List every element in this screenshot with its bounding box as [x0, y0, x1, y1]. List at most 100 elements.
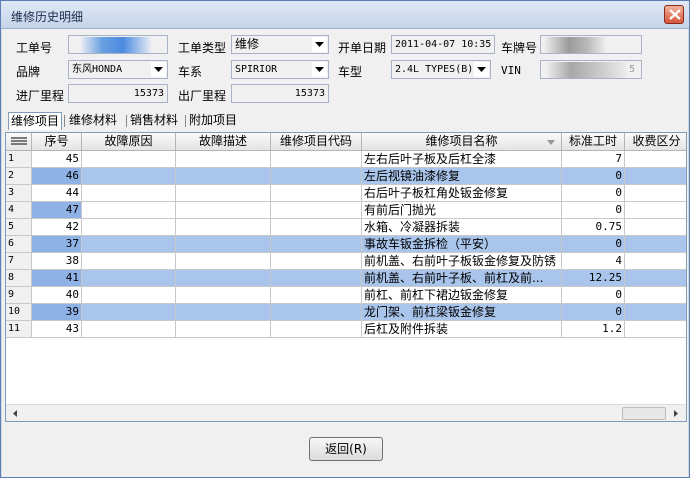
cell-std-hours[interactable]: 0 — [562, 168, 625, 185]
cell-charge-type[interactable] — [625, 219, 686, 236]
cell-charge-type[interactable] — [625, 168, 686, 185]
cell-item-code[interactable] — [271, 168, 362, 185]
scroll-right-button[interactable] — [668, 406, 684, 421]
series-dropdown[interactable] — [312, 62, 327, 77]
model-select[interactable]: 2.4L TYPES(B) — [391, 60, 491, 79]
cell-item-name[interactable]: 前杠、前杠下裙边钣金修复 — [362, 287, 562, 304]
cell-fault-cause[interactable] — [82, 202, 176, 219]
cell-fault-desc[interactable] — [176, 321, 271, 338]
cell-fault-desc[interactable] — [176, 168, 271, 185]
cell-std-hours[interactable]: 0 — [562, 185, 625, 202]
cell-item-name[interactable]: 左右后叶子板及后杠全漆 — [362, 151, 562, 168]
row-number[interactable]: 5 — [6, 219, 32, 236]
cell-charge-type[interactable] — [625, 202, 686, 219]
cell-fault-cause[interactable] — [82, 236, 176, 253]
header-col-item-name[interactable]: 维修项目名称 — [362, 133, 562, 151]
cell-seq[interactable]: 45 — [32, 151, 82, 168]
cell-fault-cause[interactable] — [82, 151, 176, 168]
tab-repair-materials[interactable]: 维修材料 — [67, 112, 119, 130]
cell-std-hours[interactable]: 1.2 — [562, 321, 625, 338]
cell-seq[interactable]: 47 — [32, 202, 82, 219]
row-number[interactable]: 4 — [6, 202, 32, 219]
cell-charge-type[interactable] — [625, 185, 686, 202]
header-col-fault-cause[interactable]: 故障原因 — [82, 133, 176, 151]
cell-item-name[interactable]: 后杠及附件拆装 — [362, 321, 562, 338]
cell-fault-cause[interactable] — [82, 185, 176, 202]
cell-seq[interactable]: 46 — [32, 168, 82, 185]
model-dropdown[interactable] — [474, 62, 489, 77]
cell-fault-cause[interactable] — [82, 304, 176, 321]
row-number[interactable]: 1 — [6, 151, 32, 168]
header-col-std-hours[interactable]: 标准工时 — [562, 133, 625, 151]
cell-fault-desc[interactable] — [176, 287, 271, 304]
horizontal-scrollbar[interactable] — [6, 404, 686, 421]
cell-charge-type[interactable] — [625, 236, 686, 253]
cell-seq[interactable]: 39 — [32, 304, 82, 321]
title-bar[interactable]: 维修历史明细 — [1, 1, 689, 29]
cell-item-code[interactable] — [271, 202, 362, 219]
cell-std-hours[interactable]: 7 — [562, 151, 625, 168]
cell-std-hours[interactable]: 0 — [562, 304, 625, 321]
cell-charge-type[interactable] — [625, 151, 686, 168]
cell-item-name[interactable]: 有前后门抛光 — [362, 202, 562, 219]
cell-fault-desc[interactable] — [176, 253, 271, 270]
row-number[interactable]: 9 — [6, 287, 32, 304]
cell-std-hours[interactable]: 12.25 — [562, 270, 625, 287]
cell-std-hours[interactable]: 0 — [562, 236, 625, 253]
cell-fault-desc[interactable] — [176, 270, 271, 287]
brand-select[interactable]: 东风HONDA — [68, 60, 168, 79]
tab-sales-materials[interactable]: 销售材料 — [128, 112, 180, 130]
cell-fault-cause[interactable] — [82, 321, 176, 338]
series-select[interactable]: SPIRIOR — [231, 60, 329, 79]
brand-dropdown[interactable] — [151, 62, 166, 77]
cell-seq[interactable]: 43 — [32, 321, 82, 338]
cell-item-code[interactable] — [271, 304, 362, 321]
cell-fault-desc[interactable] — [176, 151, 271, 168]
repair-items-grid[interactable]: 序号 故障原因 故障描述 维修项目代码 维修项目名称 标准工时 收费区分 1 45 左右后叶子板及… — [5, 132, 687, 422]
grid-corner-header[interactable] — [6, 133, 32, 151]
cell-fault-cause[interactable] — [82, 219, 176, 236]
cell-seq[interactable]: 41 — [32, 270, 82, 287]
row-number[interactable]: 10 — [6, 304, 32, 321]
cell-item-code[interactable] — [271, 185, 362, 202]
cell-std-hours[interactable]: 0.75 — [562, 219, 625, 236]
scroll-left-button[interactable] — [7, 406, 23, 421]
row-number[interactable]: 7 — [6, 253, 32, 270]
cell-item-name[interactable]: 龙门架、前杠梁钣金修复 — [362, 304, 562, 321]
header-col-item-code[interactable]: 维修项目代码 — [271, 133, 362, 151]
tab-repair-items[interactable]: 维修项目 — [8, 112, 63, 130]
tab-extra-items[interactable]: 附加项目 — [187, 112, 239, 130]
row-number[interactable]: 11 — [6, 321, 32, 338]
cell-std-hours[interactable]: 0 — [562, 202, 625, 219]
cell-item-name[interactable]: 前机盖、右前叶子板钣金修复及防锈 — [362, 253, 562, 270]
cell-fault-desc[interactable] — [176, 236, 271, 253]
cell-charge-type[interactable] — [625, 304, 686, 321]
cell-seq[interactable]: 42 — [32, 219, 82, 236]
cell-seq[interactable]: 40 — [32, 287, 82, 304]
cell-item-code[interactable] — [271, 270, 362, 287]
cell-fault-desc[interactable] — [176, 185, 271, 202]
row-number[interactable]: 6 — [6, 236, 32, 253]
cell-fault-cause[interactable] — [82, 168, 176, 185]
row-number[interactable]: 3 — [6, 185, 32, 202]
back-button[interactable]: 返回(R) — [309, 437, 383, 461]
cell-std-hours[interactable]: 4 — [562, 253, 625, 270]
header-col-seq[interactable]: 序号 — [32, 133, 82, 151]
cell-item-code[interactable] — [271, 253, 362, 270]
cell-fault-desc[interactable] — [176, 219, 271, 236]
order-type-dropdown[interactable] — [312, 37, 327, 52]
cell-std-hours[interactable]: 0 — [562, 287, 625, 304]
cell-fault-cause[interactable] — [82, 270, 176, 287]
cell-fault-desc[interactable] — [176, 304, 271, 321]
cell-seq[interactable]: 37 — [32, 236, 82, 253]
cell-seq[interactable]: 44 — [32, 185, 82, 202]
cell-item-code[interactable] — [271, 321, 362, 338]
cell-item-name[interactable]: 水箱、冷凝器拆装 — [362, 219, 562, 236]
cell-item-code[interactable] — [271, 236, 362, 253]
cell-item-name[interactable]: 左后视镜油漆修复 — [362, 168, 562, 185]
header-col-charge-type[interactable]: 收费区分 — [625, 133, 686, 151]
cell-item-name[interactable]: 右后叶子板杠角处钣金修复 — [362, 185, 562, 202]
cell-item-name[interactable]: 事故车钣金拆检（平安） — [362, 236, 562, 253]
cell-item-code[interactable] — [271, 287, 362, 304]
header-col-fault-desc[interactable]: 故障描述 — [176, 133, 271, 151]
